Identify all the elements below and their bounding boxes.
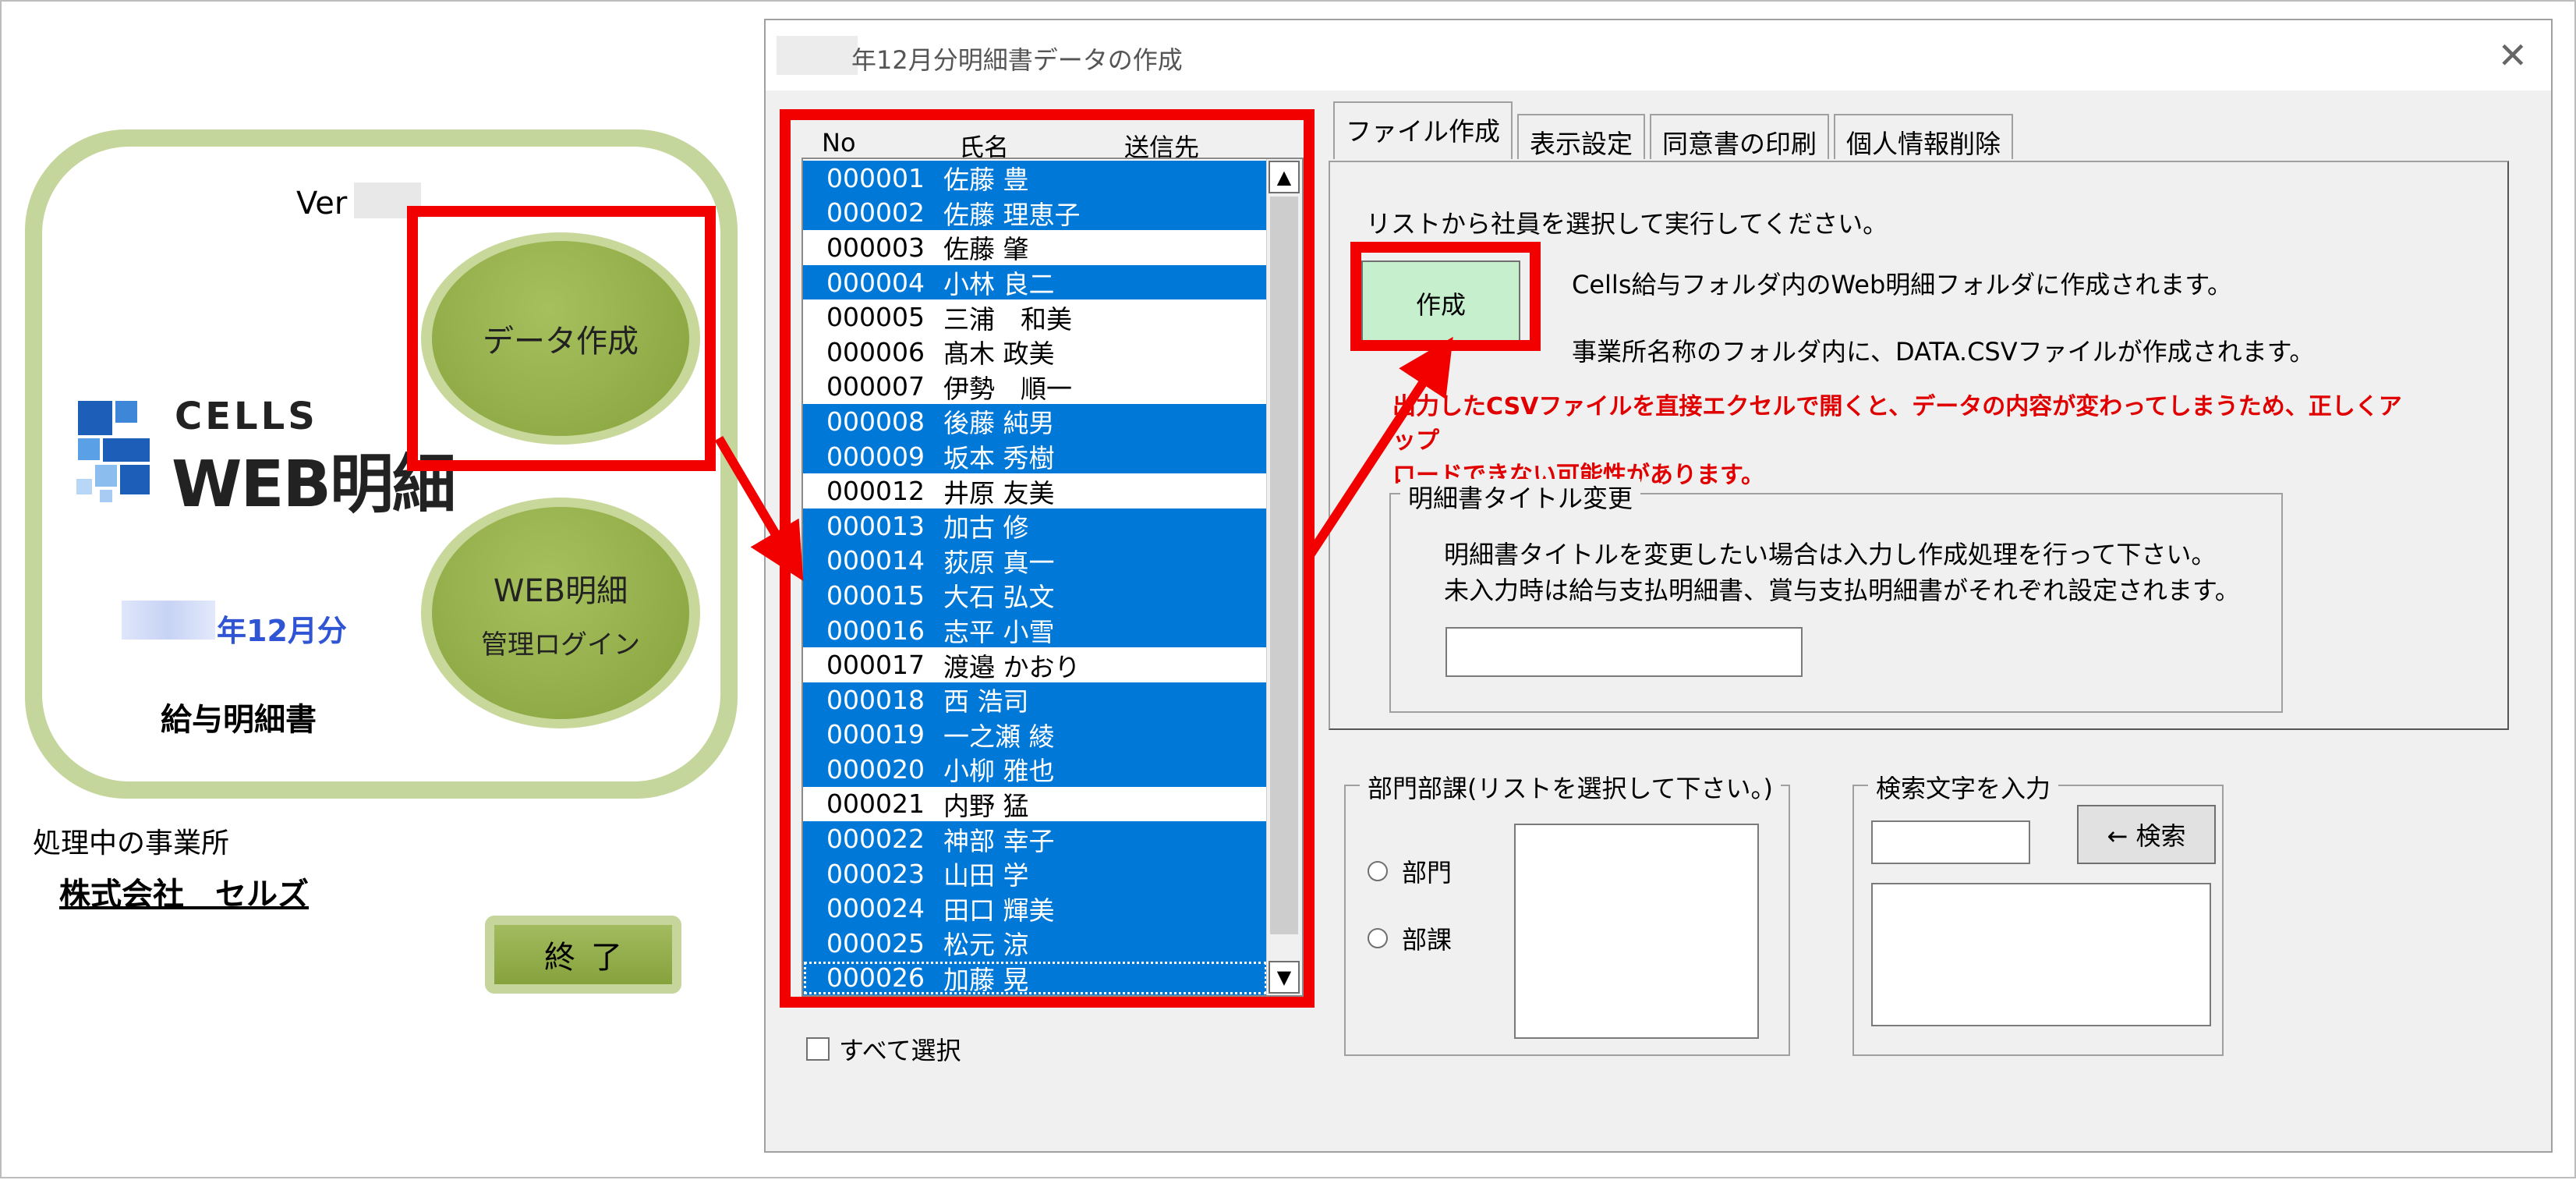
tab-file-create[interactable]: ファイル作成 <box>1333 101 1513 159</box>
arrow-to-list <box>714 435 804 581</box>
annotation-arrows <box>714 336 1453 581</box>
screenshot-stage: Ver CELLS WEB明細 データ作成 WEB明細 管理ログイン 年12月分… <box>0 0 2576 1178</box>
arrow-to-make-button <box>1305 336 1453 558</box>
